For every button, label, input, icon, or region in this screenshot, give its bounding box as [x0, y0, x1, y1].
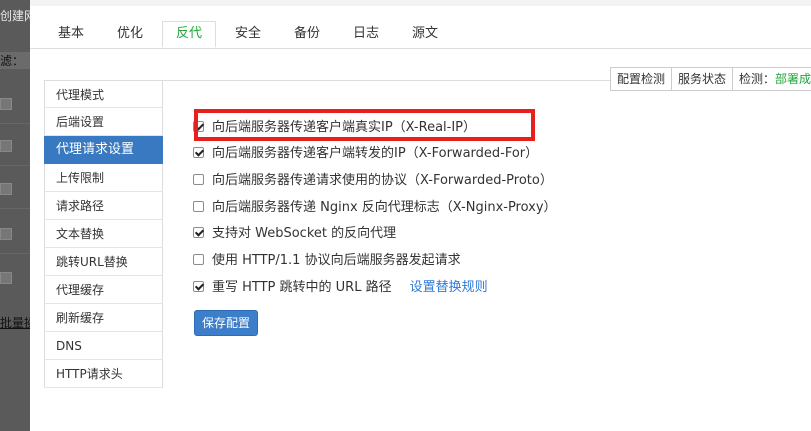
- status-button-group: 配置检测 服务状态 检测：部署成: [610, 67, 811, 91]
- background-title: 创建网: [0, 9, 30, 23]
- background-checkbox: [0, 140, 12, 152]
- checkbox-x-nginx-proxy[interactable]: [193, 201, 204, 212]
- check-label: 检测：: [739, 72, 776, 86]
- tab-optimize[interactable]: 优化: [117, 22, 143, 46]
- background-divider: [0, 165, 30, 166]
- option-x-forwarded-for[interactable]: 向后端服务器传递客户端转发的IP（X-Forwarded-For）: [193, 144, 538, 164]
- option-x-forwarded-proto[interactable]: 向后端服务器传递请求使用的协议（X-Forwarded-Proto）: [193, 171, 553, 191]
- sidemenu-item-upload-limit[interactable]: 上传限制: [44, 164, 163, 192]
- option-label: 向后端服务器传递请求使用的协议（X-Forwarded-Proto）: [212, 173, 553, 188]
- sidemenu-item-text-replace[interactable]: 文本替换: [44, 220, 163, 248]
- background-divider: [0, 123, 30, 124]
- config-check-button[interactable]: 配置检测: [610, 67, 673, 91]
- option-websocket[interactable]: 支持对 WebSocket 的反向代理: [193, 224, 396, 244]
- background-checkbox: [0, 98, 12, 110]
- option-label: 向后端服务器传递 Nginx 反向代理标志（X-Nginx-Proxy）: [212, 200, 557, 215]
- sidemenu-item-redirect-url-replace[interactable]: 跳转URL替换: [44, 248, 163, 276]
- settings-tabs: 基本 优化 反代 安全 备份 日志 源文: [30, 21, 811, 49]
- save-config-button[interactable]: 保存配置: [194, 310, 259, 336]
- sidemenu-item-refresh-cache[interactable]: 刷新缓存: [44, 304, 163, 332]
- background-checkbox: [0, 272, 12, 284]
- background-filter-label: 滤：: [0, 52, 30, 69]
- background-app: 创建网 滤： 批量操: [0, 0, 30, 431]
- background-divider: [0, 208, 30, 209]
- option-x-nginx-proxy[interactable]: 向后端服务器传递 Nginx 反向代理标志（X-Nginx-Proxy）: [193, 198, 557, 218]
- tab-reverse-proxy[interactable]: 反代: [162, 21, 217, 48]
- modal-bottom-area: [163, 376, 811, 431]
- modal-top-bar: [30, 0, 811, 6]
- service-status-button[interactable]: 服务状态: [671, 67, 734, 91]
- option-label: 使用 HTTP/1.1 协议向后端服务器发起请求: [212, 253, 461, 268]
- tab-source-file[interactable]: 源文: [412, 22, 438, 46]
- background-checkbox: [0, 183, 12, 195]
- annotation-highlight-box: [194, 109, 535, 141]
- option-label: 向后端服务器传递客户端转发的IP（X-Forwarded-For）: [212, 146, 539, 161]
- background-batch-link: 批量操: [0, 316, 30, 330]
- sidemenu-item-proxy-request-settings[interactable]: 代理请求设置: [44, 136, 163, 164]
- replace-rules-link[interactable]: 设置替换规则: [410, 280, 488, 295]
- sidemenu-item-proxy-mode[interactable]: 代理模式: [44, 80, 163, 108]
- checkbox-websocket[interactable]: [193, 227, 204, 238]
- checkbox-http11[interactable]: [193, 254, 204, 265]
- checkbox-x-forwarded-for[interactable]: [193, 147, 204, 158]
- tab-logs[interactable]: 日志: [353, 22, 379, 46]
- background-divider: [0, 253, 30, 254]
- checkbox-rewrite-redirect-url[interactable]: [193, 281, 204, 292]
- tab-security[interactable]: 安全: [235, 22, 261, 46]
- tab-backup[interactable]: 备份: [294, 22, 320, 46]
- option-label: 重写 HTTP 跳转中的 URL 路径: [212, 280, 392, 295]
- proxy-sidemenu: 代理模式 后端设置 代理请求设置 上传限制 请求路径 文本替换 跳转URL替换 …: [44, 80, 163, 388]
- sidemenu-item-request-path[interactable]: 请求路径: [44, 192, 163, 220]
- background-checkbox: [0, 228, 12, 240]
- checkbox-x-forwarded-proto[interactable]: [193, 174, 204, 185]
- tab-basic[interactable]: 基本: [58, 22, 84, 46]
- sidemenu-item-dns[interactable]: DNS: [44, 332, 163, 360]
- option-http11[interactable]: 使用 HTTP/1.1 协议向后端服务器发起请求: [193, 251, 461, 271]
- check-result-button[interactable]: 检测：部署成: [732, 67, 811, 91]
- option-rewrite-redirect-url[interactable]: 重写 HTTP 跳转中的 URL 路径 设置替换规则: [193, 278, 488, 298]
- sidemenu-item-backend-settings[interactable]: 后端设置: [44, 108, 163, 136]
- check-result-value: 部署成: [775, 72, 811, 86]
- sidemenu-item-proxy-cache[interactable]: 代理缓存: [44, 276, 163, 304]
- option-label: 支持对 WebSocket 的反向代理: [212, 226, 397, 241]
- sidemenu-item-http-headers[interactable]: HTTP请求头: [44, 360, 163, 388]
- site-settings-modal: 基本 优化 反代 安全 备份 日志 源文 代理模式 后端设置 代理请求设置 上传…: [30, 0, 811, 431]
